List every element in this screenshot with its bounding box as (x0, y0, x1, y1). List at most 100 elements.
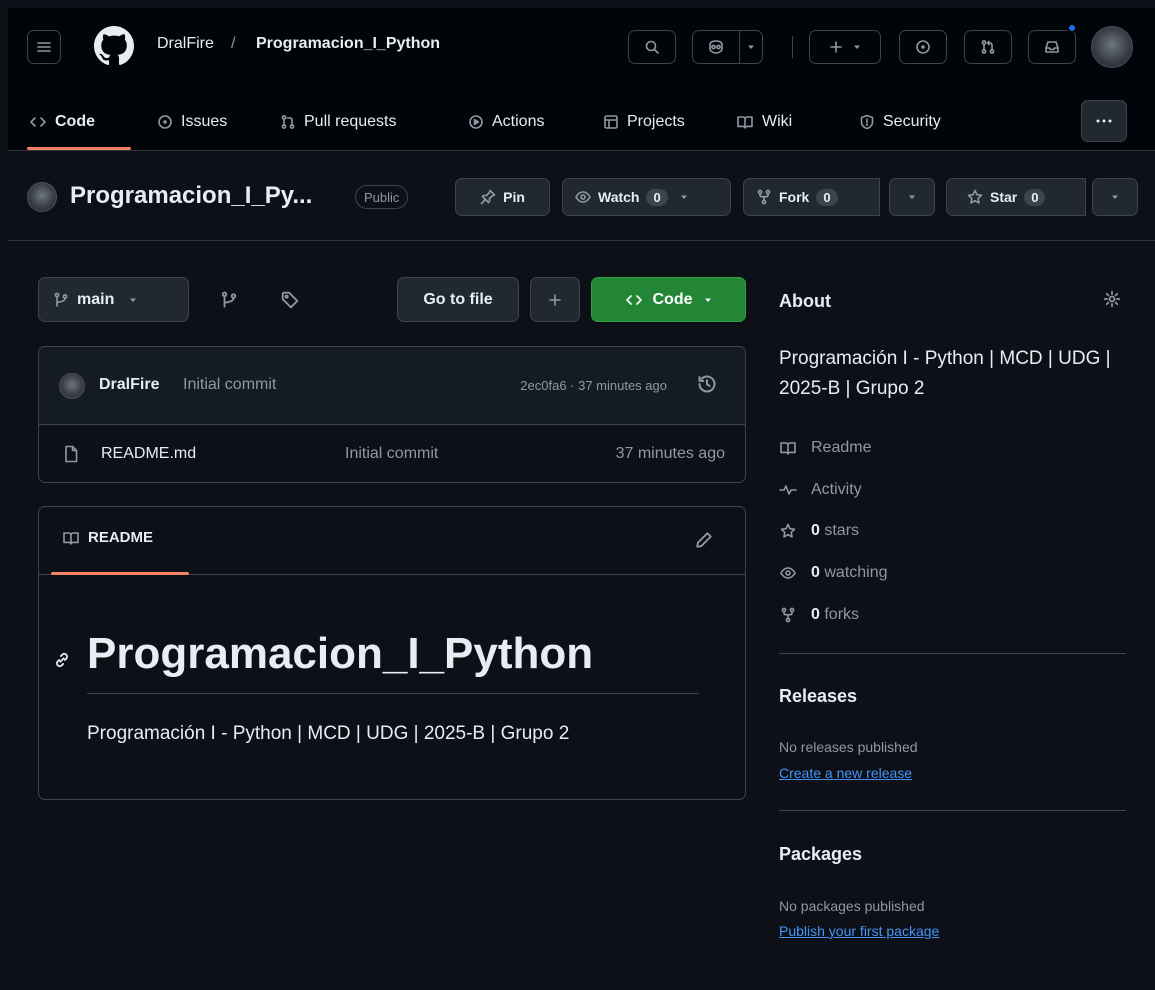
create-release-link[interactable]: Create a new release (779, 765, 912, 781)
pin-icon (480, 189, 496, 205)
user-avatar[interactable] (1091, 26, 1133, 68)
readme-tab[interactable]: README (62, 529, 153, 546)
pull-requests-button[interactable] (964, 30, 1012, 64)
star-menu-button[interactable] (1092, 178, 1138, 216)
repo-tabs: Code Issues Pull requests Actions Projec… (8, 94, 1155, 150)
tab-security-label: Security (883, 113, 941, 130)
readme-panel: README Programacion_I_Python Programació… (38, 506, 746, 800)
tab-actions[interactable]: Actions (466, 94, 546, 150)
tab-pull-requests[interactable]: Pull requests (278, 94, 399, 150)
pull-request-icon (281, 115, 295, 129)
sidebar-divider (779, 653, 1126, 654)
table-row[interactable]: README.md Initial commit 37 minutes ago (39, 425, 745, 482)
create-new-button[interactable] (809, 30, 881, 64)
branch-name: main (77, 290, 115, 308)
copilot-button[interactable] (692, 30, 740, 64)
about-settings-button[interactable] (1103, 290, 1121, 308)
releases-heading[interactable]: Releases (779, 686, 857, 707)
stars-label: stars (824, 522, 860, 539)
repo-forked-icon (781, 607, 795, 623)
watching-link[interactable]: 0 watching (779, 564, 888, 582)
eye-icon (575, 191, 591, 203)
caret-down-icon (909, 195, 915, 199)
watch-button[interactable]: Watch 0 (562, 178, 731, 216)
commit-meta[interactable]: 2ec0fa6 · 37 minutes ago (520, 378, 667, 393)
code-button-label: Code (652, 290, 693, 308)
code-dropdown-button[interactable]: Code (591, 277, 746, 322)
more-tabs-button[interactable] (1081, 100, 1127, 142)
readme-tab-label: README (88, 529, 154, 546)
about-description: Programación I - Python | MCD | UDG | 20… (779, 348, 1111, 399)
edit-readme-button[interactable] (695, 531, 713, 549)
watching-count: 0 (811, 564, 820, 581)
github-logo-icon[interactable] (94, 26, 134, 66)
fork-button[interactable]: Fork 0 (743, 178, 880, 216)
file-commit-time: 37 minutes ago (615, 445, 725, 462)
readme-heading: Programacion_I_Python (87, 629, 594, 678)
readme-link[interactable]: Readme (779, 439, 871, 457)
book-icon (737, 116, 753, 129)
fork-count: 0 (816, 188, 838, 206)
copilot-icon (709, 40, 723, 54)
tab-actions-label: Actions (492, 113, 545, 130)
tab-security[interactable]: Security (857, 94, 943, 150)
breadcrumb-owner[interactable]: DralFire (157, 35, 214, 53)
packages-heading[interactable]: Packages (779, 844, 862, 865)
visibility-badge: Public (355, 185, 409, 209)
forks-link[interactable]: 0 forks (779, 606, 859, 624)
caret-down-icon (748, 45, 754, 49)
fork-menu-button[interactable] (889, 178, 935, 216)
commit-message[interactable]: Initial commit (183, 376, 276, 394)
readme-tab-underline (51, 572, 189, 575)
go-to-file-button[interactable]: Go to file (397, 277, 519, 322)
repo-title[interactable]: Programacion_I_Py... (70, 182, 312, 210)
history-button[interactable] (697, 374, 717, 394)
watch-count: 0 (646, 188, 668, 206)
menu-button[interactable] (27, 30, 61, 64)
fork-label: Fork (779, 189, 810, 205)
global-header: DralFire / Programacion_I_Python Code Is… (8, 8, 1155, 151)
tab-code-label: Code (55, 113, 95, 130)
tab-code[interactable]: Code (27, 94, 97, 150)
publish-package-link[interactable]: Publish your first package (779, 923, 939, 939)
book-icon (63, 531, 79, 545)
caret-down-icon (854, 45, 860, 49)
add-file-button[interactable] (530, 277, 580, 322)
stars-link[interactable]: 0 stars (779, 522, 859, 540)
tab-projects[interactable]: Projects (601, 94, 687, 150)
forks-label: forks (824, 606, 860, 623)
plus-icon (549, 293, 561, 306)
header-divider (792, 36, 793, 58)
git-branch-icon (54, 292, 68, 307)
caret-down-icon (680, 195, 687, 199)
hamburger-icon (37, 42, 51, 52)
branch-selector[interactable]: main (38, 277, 189, 322)
issues-button[interactable] (899, 30, 947, 64)
search-button[interactable] (628, 30, 676, 64)
breadcrumb-repo[interactable]: Programacion_I_Python (256, 35, 440, 53)
plus-icon (830, 41, 842, 53)
star-button[interactable]: Star 0 (946, 178, 1086, 216)
tab-wiki[interactable]: Wiki (734, 94, 794, 150)
anchor-link-icon[interactable] (53, 651, 71, 669)
tags-button[interactable] (281, 291, 299, 309)
code-icon (30, 117, 46, 127)
code-icon (625, 294, 642, 305)
file-commit-message[interactable]: Initial commit (345, 445, 438, 463)
activity-link[interactable]: Activity (779, 481, 862, 499)
breadcrumb-separator: / (231, 35, 236, 52)
commit-author-avatar[interactable] (59, 373, 85, 399)
pin-button[interactable]: Pin (455, 178, 550, 216)
file-name[interactable]: README.md (101, 445, 196, 463)
tab-pull-requests-label: Pull requests (304, 113, 397, 130)
branches-button[interactable] (220, 291, 238, 309)
commit-author[interactable]: DralFire (99, 376, 159, 394)
copilot-menu-button[interactable] (739, 30, 763, 64)
tab-wiki-label: Wiki (762, 113, 793, 130)
latest-commit-row: DralFire Initial commit 2ec0fa6 · 37 min… (39, 347, 745, 425)
inbox-button[interactable] (1028, 30, 1076, 64)
tab-issues[interactable]: Issues (155, 94, 229, 150)
activity-link-label: Activity (811, 481, 862, 498)
book-icon (780, 442, 796, 455)
eye-icon (780, 567, 796, 579)
